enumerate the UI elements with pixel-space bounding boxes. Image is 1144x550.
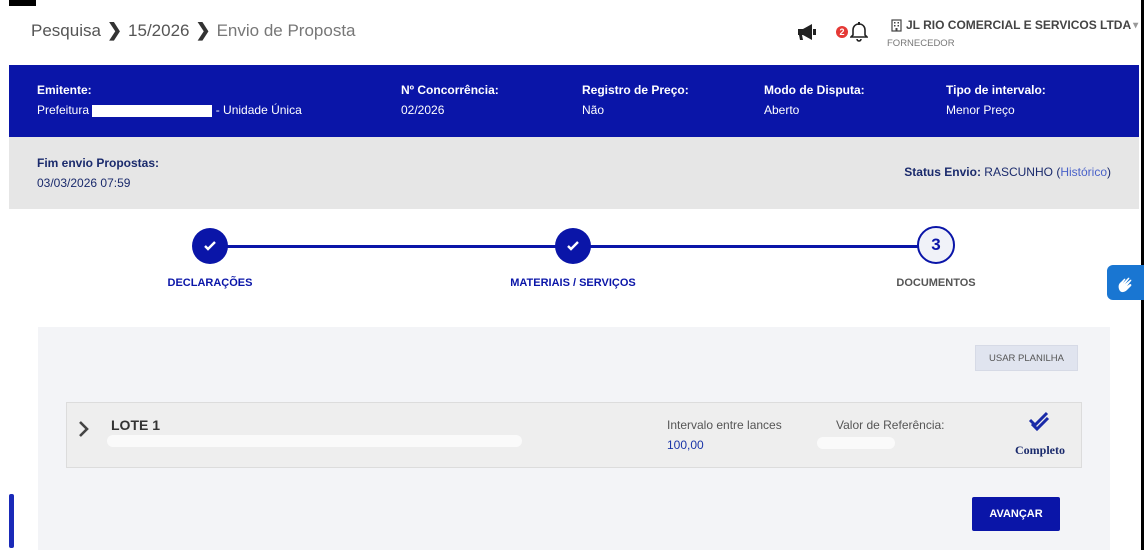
sign-language-icon (1118, 277, 1131, 292)
breadcrumb-separator-icon: ❯ (106, 20, 123, 40)
double-check-icon (1028, 411, 1050, 432)
megaphone-icon[interactable] (796, 23, 818, 41)
deadline-block: Fim envio Propostas: 03/03/2026 07:59 (37, 156, 159, 190)
step-label-documentos[interactable]: DOCUMENTOS (856, 277, 1016, 289)
step-materiais[interactable] (555, 228, 591, 264)
user-role: FORNECEDOR (887, 38, 955, 49)
breadcrumb-process[interactable]: 15/2026 (128, 21, 189, 41)
status-block: Status Envio: RASCUNHO (Histórico) (904, 165, 1111, 179)
step-label-materiais[interactable]: MATERIAIS / SERVIÇOS (493, 277, 653, 289)
registro-value: Não (582, 103, 605, 117)
status-completo: Completo (1015, 443, 1065, 457)
breadcrumb-current: Envio de Proposta (216, 20, 356, 40)
accessibility-button[interactable] (1107, 265, 1144, 300)
chevron-down-icon[interactable]: ▾ (1133, 20, 1138, 31)
avancar-button[interactable]: AVANÇAR (972, 497, 1060, 531)
step-declaracoes[interactable] (192, 228, 228, 264)
status-close-paren: ) (1107, 165, 1111, 179)
breadcrumb-pesquisa[interactable]: Pesquisa (31, 21, 101, 41)
process-info-band: Emitente: Prefeitura - Unidade Única Nº … (9, 65, 1139, 137)
registro-label: Registro de Preço: (582, 83, 689, 97)
company-name: JL RIO COMERCIAL E SERVICOS LTDA (906, 18, 1132, 32)
building-icon (891, 18, 902, 32)
lote-title: LOTE 1 (111, 417, 161, 433)
check-icon (567, 241, 579, 251)
deadline-band: Fim envio Propostas: 03/03/2026 07:59 St… (9, 137, 1139, 209)
referencia-label: Valor de Referência: (836, 418, 945, 432)
check-icon (204, 241, 216, 251)
step-label-declaracoes[interactable]: DECLARAÇÕES (130, 277, 290, 289)
modo-value: Aberto (764, 103, 800, 117)
step-documentos[interactable]: 3 (917, 226, 955, 264)
tipo-value: Menor Preço (946, 103, 1015, 117)
concorrencia-value: 02/2026 (401, 103, 445, 117)
intervalo-block: Intervalo entre lances 100,00 (667, 418, 782, 452)
side-tab[interactable] (9, 494, 14, 548)
breadcrumb: Pesquisa ❯ 15/2026 ❯ Envio de Proposta (31, 20, 356, 41)
concorrencia-block: Nº Concorrência: 02/2026 (401, 83, 499, 117)
chevron-right-icon[interactable] (77, 419, 91, 439)
emitente-block: Emitente: Prefeitura - Unidade Única (37, 83, 302, 117)
intervalo-value: 100,00 (667, 438, 704, 452)
deadline-label: Fim envio Propostas: (37, 156, 160, 170)
header-icons: 2 (796, 22, 868, 42)
notification-badge: 2 (836, 26, 848, 38)
lote-row[interactable]: LOTE 1 Intervalo entre lances 100,00 Val… (66, 402, 1082, 468)
concorrencia-label: Nº Concorrência: (401, 83, 499, 97)
emitente-prefix: Prefeitura (37, 103, 90, 117)
history-link[interactable]: Histórico (1060, 165, 1107, 179)
emitente-label: Emitente: (37, 83, 92, 97)
bell-icon[interactable] (850, 22, 868, 42)
deadline-value: 03/03/2026 07:59 (37, 176, 131, 190)
modo-block: Modo de Disputa: Aberto (764, 83, 865, 117)
company-menu[interactable]: JL RIO COMERCIAL E SERVICOS LTDA ▾ (891, 18, 1138, 32)
intervalo-label: Intervalo entre lances (667, 418, 782, 432)
tipo-label: Tipo de intervalo: (946, 83, 1046, 97)
usar-planilha-button[interactable]: USAR PLANILHA (975, 345, 1078, 371)
emitente-suffix: - Unidade Única (215, 103, 302, 117)
redacted-block (92, 104, 213, 117)
redacted-block (107, 435, 522, 447)
left-edge (0, 0, 9, 550)
modo-label: Modo de Disputa: (764, 83, 865, 97)
registro-block: Registro de Preço: Não (582, 83, 689, 117)
breadcrumb-separator-icon: ❯ (195, 20, 211, 40)
status-label: Status Envio: (904, 165, 981, 179)
status-value: RASCUNHO (984, 165, 1053, 179)
redacted-block (817, 437, 895, 449)
emitente-value: Prefeitura - Unidade Única (37, 103, 302, 117)
tipo-block: Tipo de intervalo: Menor Preço (946, 83, 1046, 117)
top-bar: Pesquisa ❯ 15/2026 ❯ Envio de Proposta 2… (9, 6, 1139, 65)
